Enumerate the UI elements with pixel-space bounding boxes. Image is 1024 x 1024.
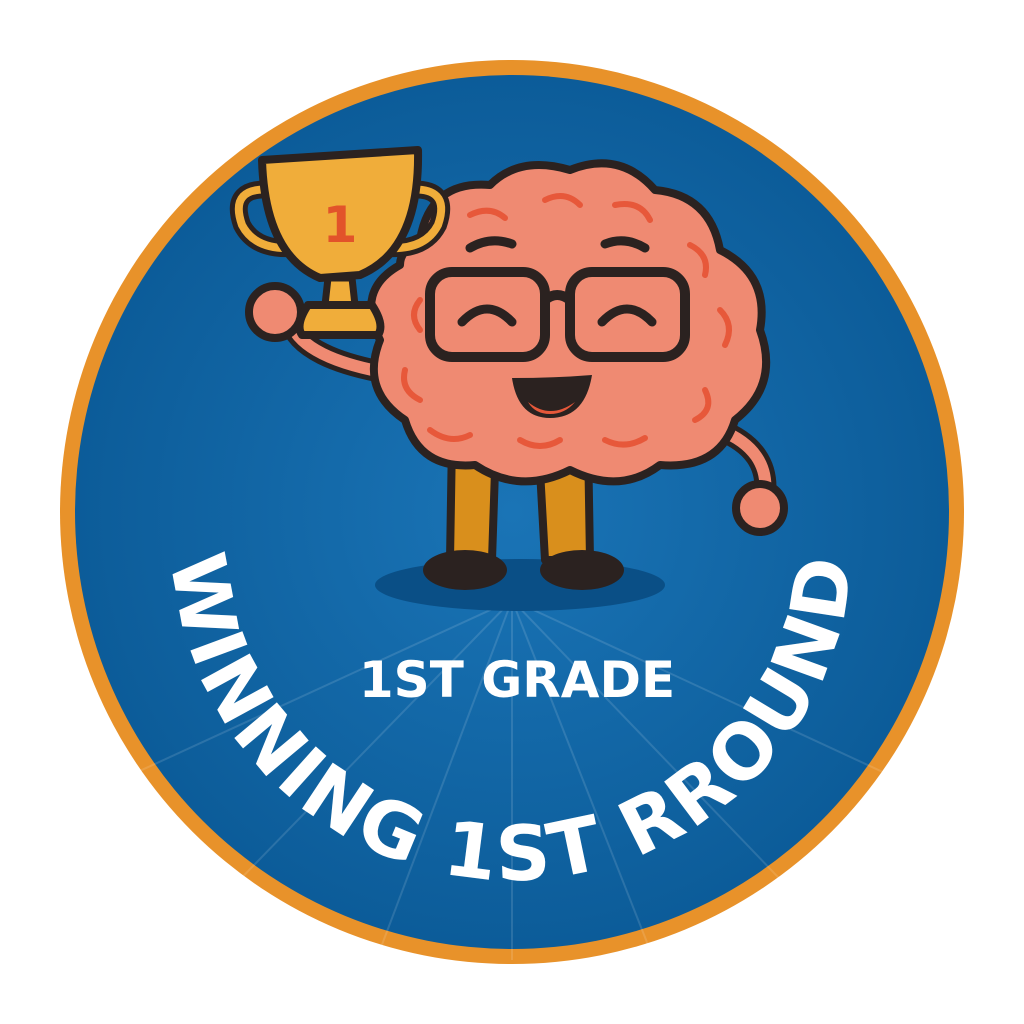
trophy-number: 1 bbox=[323, 196, 358, 254]
badge: 1 1ST GRADE WINNING 1ST RROUND bbox=[60, 60, 964, 964]
badge-subtitle: 1ST GRADE bbox=[359, 651, 675, 709]
